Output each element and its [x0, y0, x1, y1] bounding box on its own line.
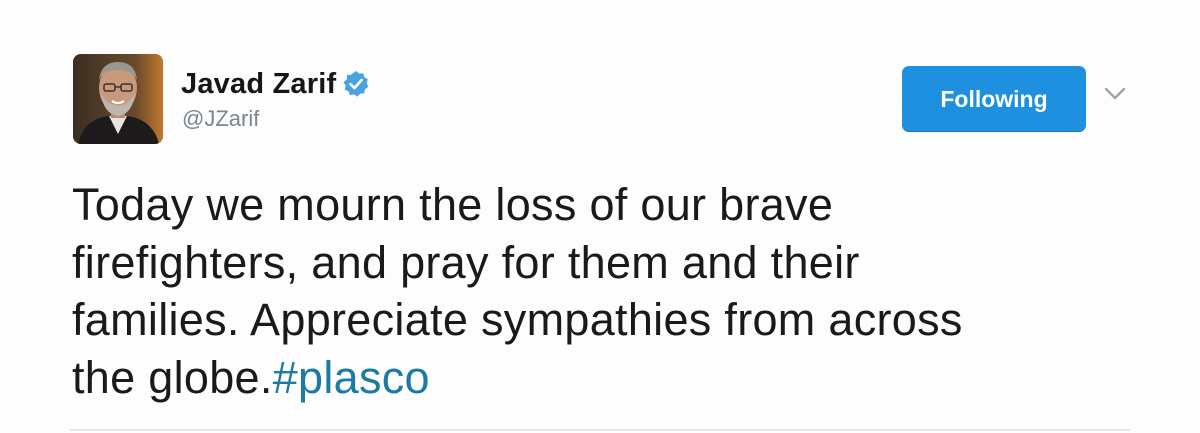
- tweet-line: Today we mourn the loss of our brave: [72, 179, 834, 230]
- tweet-line: the globe.#plasco: [72, 349, 1072, 407]
- name-row: Javad Zarif: [181, 64, 370, 104]
- display-name[interactable]: Javad Zarif: [181, 68, 336, 101]
- tweet-text: Today we mourn the loss of our brave fir…: [72, 176, 1072, 406]
- user-avatar[interactable]: [73, 54, 163, 144]
- chevron-down-icon[interactable]: [1102, 84, 1128, 104]
- avatar-photo-icon: [73, 54, 163, 144]
- tweet-line-text: the globe.: [72, 351, 273, 403]
- tweet-line: families. Appreciate sympathies from acr…: [72, 294, 963, 345]
- divider: [70, 429, 1130, 431]
- tweet-card: Javad Zarif @JZarif Following Today we m…: [0, 0, 1200, 433]
- verified-badge-icon: [342, 70, 370, 98]
- tweet-line: firefighters, and pray for them and thei…: [72, 236, 860, 288]
- user-handle[interactable]: @JZarif: [182, 106, 259, 132]
- hashtag-link[interactable]: #plasco: [273, 352, 430, 403]
- following-button[interactable]: Following: [902, 66, 1086, 132]
